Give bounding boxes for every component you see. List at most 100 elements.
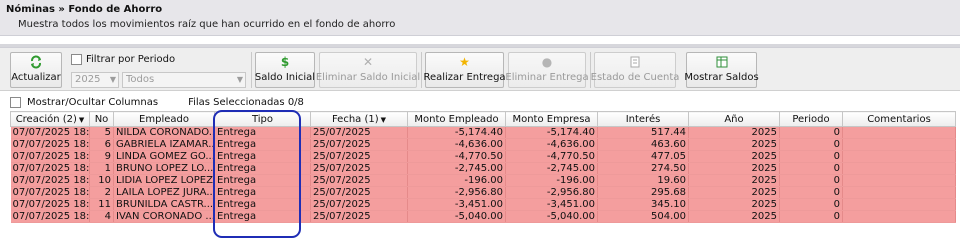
dollar-icon: $ bbox=[280, 55, 290, 69]
show-balances-button[interactable]: Mostrar Saldos bbox=[684, 52, 759, 88]
cell-employee: BRUNO LOPEZ LO... bbox=[113, 162, 215, 175]
year-select[interactable]: 2025 ▼ bbox=[71, 72, 119, 88]
cell-employee-amount: -2,956.80 bbox=[407, 186, 506, 199]
cell-no: 11 bbox=[89, 198, 114, 211]
period-select[interactable]: Todos ▼ bbox=[122, 72, 246, 88]
delete-icon: ✕ bbox=[362, 55, 374, 69]
account-statement-button[interactable]: Estado de Cuenta bbox=[591, 52, 679, 88]
table-row[interactable]: 07/07/2025 18:53 5 NILDA CORONADO... Ent… bbox=[10, 126, 956, 139]
cell-period: 0 bbox=[779, 198, 843, 211]
sort-down-icon: ▼ bbox=[380, 115, 387, 124]
column-header-no[interactable]: No bbox=[89, 111, 114, 127]
cell-employee: LINDA GOMEZ GO... bbox=[113, 150, 215, 163]
column-header-year[interactable]: Año bbox=[688, 111, 780, 127]
cell-company-amount: -5,174.40 bbox=[505, 126, 598, 139]
column-header-interest[interactable]: Interés bbox=[597, 111, 689, 127]
toolbar-separator bbox=[421, 52, 422, 88]
cell-no: 1 bbox=[89, 162, 114, 175]
cell-interest: 463.60 bbox=[597, 138, 689, 151]
cell-company-amount: -2,745.00 bbox=[505, 162, 598, 175]
cell-period: 0 bbox=[779, 138, 843, 151]
column-header-type[interactable]: Tipo bbox=[214, 111, 311, 127]
cell-employee-amount: -4,770.50 bbox=[407, 150, 506, 163]
cell-comments bbox=[842, 162, 956, 175]
cell-comments bbox=[842, 174, 956, 187]
cell-date: 25/07/2025 bbox=[310, 162, 408, 175]
period-filter-checkbox[interactable] bbox=[71, 54, 82, 65]
period-select-value: Todos bbox=[126, 74, 155, 85]
cell-type: Entrega bbox=[214, 162, 311, 175]
refresh-button[interactable]: Actualizar bbox=[10, 52, 62, 88]
cell-date: 25/07/2025 bbox=[310, 198, 408, 211]
table-row[interactable]: 07/07/2025 18:53 2 LAILA LOPEZ JURA... E… bbox=[10, 186, 956, 199]
table-header-row: Creación (2) ▼ No Empleado Tipo Fecha (1)… bbox=[10, 111, 956, 127]
cell-date: 25/07/2025 bbox=[310, 186, 408, 199]
page-subtitle: Muestra todos los movimientos raíz que h… bbox=[18, 19, 396, 30]
page-title: Nóminas » Fondo de Ahorro bbox=[6, 4, 163, 15]
column-header-comments[interactable]: Comentarios bbox=[842, 111, 956, 127]
cell-employee-amount: -3,451.00 bbox=[407, 198, 506, 211]
cell-creation: 07/07/2025 18:53 bbox=[10, 126, 90, 139]
cell-employee-amount: -4,636.00 bbox=[407, 138, 506, 151]
column-header-creation[interactable]: Creación (2) ▼ bbox=[10, 111, 90, 127]
cell-comments bbox=[842, 150, 956, 163]
cell-period: 0 bbox=[779, 174, 843, 187]
cell-no: 9 bbox=[89, 150, 114, 163]
cell-year: 2025 bbox=[688, 174, 780, 187]
cell-year: 2025 bbox=[688, 210, 780, 223]
cell-type: Entrega bbox=[214, 138, 311, 151]
cell-year: 2025 bbox=[688, 162, 780, 175]
cell-employee-amount: -5,040.00 bbox=[407, 210, 506, 223]
cell-date: 25/07/2025 bbox=[310, 150, 408, 163]
delete-delivery-label: Eliminar Entrega bbox=[505, 72, 589, 83]
cell-interest: 345.10 bbox=[597, 198, 689, 211]
table-row[interactable]: 07/07/2025 18:53 9 LINDA GOMEZ GO... Ent… bbox=[10, 150, 956, 163]
table-row[interactable]: 07/07/2025 18:53 4 IVAN CORONADO ... Ent… bbox=[10, 210, 956, 223]
cell-interest: 274.50 bbox=[597, 162, 689, 175]
cell-date: 25/07/2025 bbox=[310, 138, 408, 151]
cell-employee: GABRIELA IZAMAR... bbox=[113, 138, 215, 151]
movements-table: Creación (2) ▼ No Empleado Tipo Fecha (1)… bbox=[10, 111, 956, 223]
table-row[interactable]: 07/07/2025 18:53 11 BRUNILDA CASTR... En… bbox=[10, 198, 956, 211]
delete-initial-balance-button[interactable]: ✕ Eliminar Saldo Inicial bbox=[316, 52, 420, 88]
cell-comments bbox=[842, 138, 956, 151]
refresh-icon bbox=[29, 55, 43, 69]
table-row[interactable]: 07/07/2025 18:53 6 GABRIELA IZAMAR... En… bbox=[10, 138, 956, 151]
column-header-date[interactable]: Fecha (1) ▼ bbox=[310, 111, 408, 127]
cell-period: 0 bbox=[779, 126, 843, 139]
account-statement-label: Estado de Cuenta bbox=[590, 72, 680, 83]
toolbar-separator bbox=[251, 52, 252, 88]
period-filter[interactable]: Filtrar por Periodo bbox=[71, 54, 175, 65]
chevron-down-icon: ▼ bbox=[109, 75, 116, 84]
cell-employee: LAILA LOPEZ JURA... bbox=[113, 186, 215, 199]
cell-period: 0 bbox=[779, 210, 843, 223]
refresh-label: Actualizar bbox=[11, 72, 61, 83]
circle-icon: ● bbox=[541, 55, 553, 69]
cell-comments bbox=[842, 186, 956, 199]
cell-creation: 07/07/2025 18:53 bbox=[10, 186, 90, 199]
toggle-columns-label[interactable]: Mostrar/Ocultar Columnas bbox=[27, 97, 158, 108]
column-header-period[interactable]: Periodo bbox=[779, 111, 843, 127]
column-header-employee[interactable]: Empleado bbox=[113, 111, 215, 127]
column-header-employee-amount[interactable]: Monto Empleado bbox=[407, 111, 506, 127]
delete-delivery-button[interactable]: ● Eliminar Entrega bbox=[505, 52, 589, 88]
cell-employee: LIDIA LOPEZ LOPEZ bbox=[113, 174, 215, 187]
make-delivery-button[interactable]: ★ Realizar Entrega bbox=[423, 52, 506, 88]
cell-type: Entrega bbox=[214, 198, 311, 211]
cell-no: 4 bbox=[89, 210, 114, 223]
cell-creation: 07/07/2025 18:53 bbox=[10, 198, 90, 211]
cell-creation: 07/07/2025 18:53 bbox=[10, 138, 90, 151]
table-row[interactable]: 07/07/2025 18:53 10 LIDIA LOPEZ LOPEZ En… bbox=[10, 174, 956, 187]
cell-comments bbox=[842, 198, 956, 211]
toggle-columns-checkbox[interactable] bbox=[10, 96, 21, 108]
cell-year: 2025 bbox=[688, 186, 780, 199]
cell-creation: 07/07/2025 18:53 bbox=[10, 162, 90, 175]
initial-balance-button[interactable]: $ Saldo Inicial bbox=[255, 52, 315, 88]
cell-employee-amount: -5,174.40 bbox=[407, 126, 506, 139]
cell-comments bbox=[842, 210, 956, 223]
cell-year: 2025 bbox=[688, 198, 780, 211]
cell-year: 2025 bbox=[688, 138, 780, 151]
cell-year: 2025 bbox=[688, 150, 780, 163]
column-header-company-amount[interactable]: Monto Empresa bbox=[505, 111, 598, 127]
table-row[interactable]: 07/07/2025 18:53 1 BRUNO LOPEZ LO... Ent… bbox=[10, 162, 956, 175]
